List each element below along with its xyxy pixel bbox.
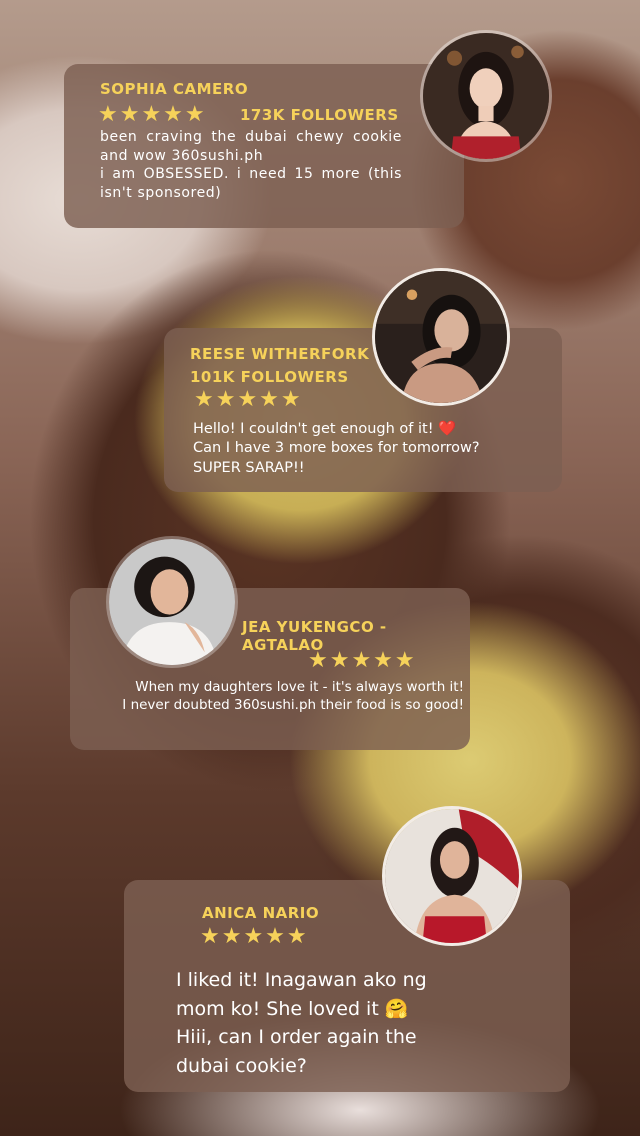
review-text: been craving the dubai chewy cookie and …	[100, 129, 402, 201]
reviewer-name: REESE WITHERFORK	[190, 345, 370, 363]
follower-count: 101K FOLLOWERS	[190, 368, 349, 386]
reviewer-name: SOPHIA CAMERO	[100, 80, 249, 98]
reviewer-avatar	[372, 268, 510, 406]
reviewer-avatar	[106, 536, 238, 668]
reviewer-avatar	[382, 806, 522, 946]
star-rating: ★★★★★	[308, 648, 417, 673]
star-rating: ★★★★★	[200, 924, 309, 949]
star-rating: ★★★★★	[98, 102, 207, 127]
review-text: I liked it! Inagawan ako ng mom ko! She …	[176, 969, 427, 1077]
reviewer-avatar	[420, 30, 552, 162]
reviewer-name: ANICA NARIO	[202, 904, 320, 922]
review-text: When my daughters love it - it's always …	[122, 679, 464, 713]
follower-count: 173K FOLLOWERS	[240, 106, 399, 124]
star-rating: ★★★★★	[194, 387, 303, 412]
review-card-sophia: SOPHIA CAMERO ★★★★★ 173K FOLLOWERS been …	[64, 64, 464, 228]
review-text: Hello! I couldn't get enough of it! ❤️ C…	[193, 421, 480, 476]
